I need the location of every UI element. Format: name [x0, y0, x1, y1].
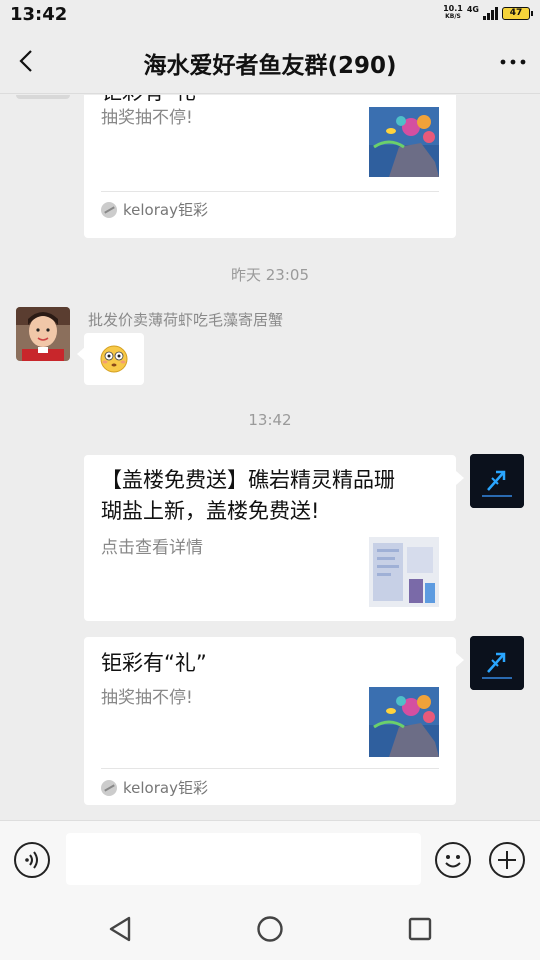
link-card-bottom[interactable]: 钜彩有“礼” 抽奖抽不停! keloray钜彩 [84, 637, 456, 805]
my-avatar[interactable] [470, 636, 524, 690]
network-speed: 10.1 KB/S [443, 5, 463, 21]
link-card-top[interactable]: 钜彩有“礼” 抽奖抽不停! keloray钜彩 [84, 95, 456, 238]
timestamp: 13:42 [248, 411, 292, 429]
recents-square-icon[interactable] [403, 912, 437, 946]
timestamp: 昨天 23:05 [231, 266, 309, 284]
card-title: 钜彩有“礼” [101, 651, 207, 675]
salt-product-thumbnail [369, 537, 439, 607]
source-app-icon [101, 779, 117, 796]
card-description: 点击查看详情 [101, 538, 203, 558]
plus-icon[interactable] [489, 842, 525, 878]
link-card-mid[interactable]: 【盖楼免费送】礁岩精灵精品珊 瑚盐上新，盖楼免费送! 点击查看详情 [84, 455, 456, 621]
network-type: 4G [466, 4, 479, 14]
status-time: 13:42 [10, 4, 68, 25]
home-circle-icon[interactable] [253, 912, 287, 946]
card-source-label: keloray钜彩 [123, 779, 208, 797]
input-bar [0, 820, 540, 898]
coral-reef-thumbnail [369, 687, 439, 757]
chat-area[interactable]: 钜彩有“礼” 抽奖抽不停! keloray钜彩 昨天 23:05 [0, 95, 540, 820]
sender-avatar[interactable] [16, 307, 70, 361]
message-input[interactable] [66, 833, 421, 885]
network-speed-unit: KB/S [445, 13, 461, 20]
source-app-icon [101, 201, 117, 218]
card-divider [101, 768, 439, 769]
bubble-tail [456, 471, 464, 485]
more-options-icon[interactable] [498, 50, 528, 74]
chat-header: 海水爱好者鱼友群(290) [0, 30, 540, 94]
card-title-line2: 瑚盐上新，盖楼免费送! [101, 499, 320, 523]
sender-name: 批发价卖薄荷虾吃毛藻寄居蟹 [88, 311, 284, 329]
emoji-icon[interactable] [435, 842, 471, 878]
signal-icon [483, 6, 498, 20]
card-source-label: keloray钜彩 [123, 201, 208, 219]
back-triangle-icon[interactable] [103, 912, 137, 946]
network-speed-value: 10.1 [443, 4, 463, 13]
bubble-tail [456, 653, 464, 667]
status-indicators: 10.1 KB/S 4G 47 [443, 4, 533, 21]
bubble-tail [77, 347, 85, 361]
chat-title: 海水爱好者鱼友群(290) [143, 53, 397, 79]
status-bar: 13:42 10.1 KB/S 4G 47 [0, 0, 540, 30]
card-description: 抽奖抽不停! [101, 688, 193, 708]
system-nav-bar [0, 898, 540, 960]
battery-icon: 47 [502, 6, 533, 20]
my-avatar[interactable] [470, 454, 524, 508]
card-title-line1: 【盖楼免费送】礁岩精灵精品珊 [101, 468, 395, 492]
card-source: keloray钜彩 [101, 199, 208, 220]
back-arrow-icon[interactable] [12, 46, 42, 76]
card-divider [101, 191, 439, 192]
message-bubble[interactable] [84, 333, 144, 385]
coral-reef-thumbnail [369, 107, 439, 177]
sender-avatar-partial[interactable] [16, 95, 70, 99]
voice-icon[interactable] [14, 842, 50, 878]
card-description: 抽奖抽不停! [101, 108, 193, 128]
card-source: keloray钜彩 [101, 777, 208, 798]
flushed-face-emoji [100, 345, 128, 373]
